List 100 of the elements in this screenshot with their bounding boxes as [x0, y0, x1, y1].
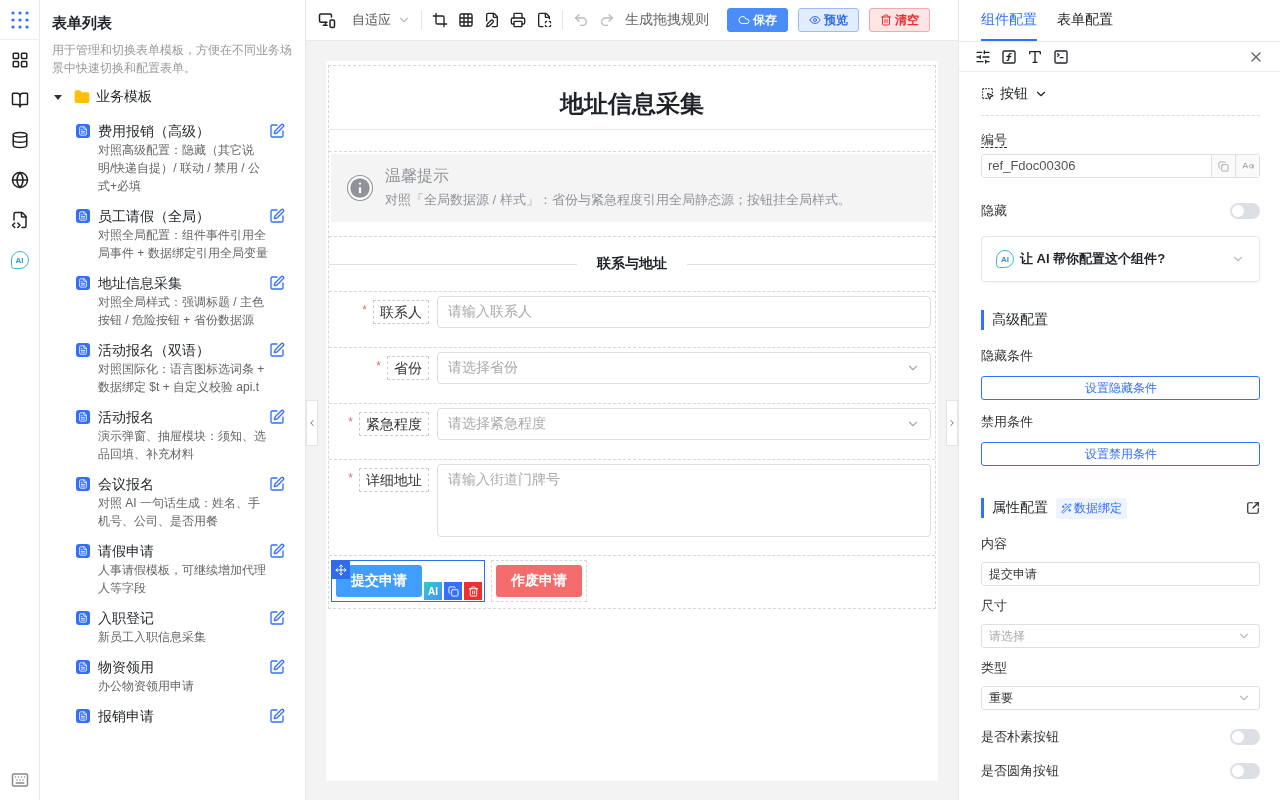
grid-icon[interactable]: [458, 12, 474, 28]
terminal-icon[interactable]: [1053, 48, 1069, 65]
book-icon[interactable]: [10, 91, 29, 109]
toolbar-button[interactable]: 清空: [869, 8, 930, 32]
required-mark: *: [348, 415, 353, 429]
field-label: 尺寸: [981, 597, 1008, 615]
template-item[interactable]: 报销申请: [98, 706, 269, 726]
condition-button[interactable]: 设置隐藏条件: [981, 376, 1260, 400]
toggle-switch[interactable]: [1230, 729, 1260, 745]
folder-icon: [74, 89, 90, 105]
template-description: 新员工入职信息采集: [98, 629, 207, 646]
device-select[interactable]: 自适应: [352, 11, 411, 29]
move-handle-icon[interactable]: [332, 561, 350, 579]
device-icon[interactable]: [318, 11, 336, 29]
condition-button[interactable]: 设置禁用条件: [981, 442, 1260, 466]
alert-title: 温馨提示: [385, 166, 450, 186]
database-icon[interactable]: [10, 131, 29, 149]
template-item[interactable]: 入职登记: [98, 608, 269, 628]
document-icon: [76, 660, 90, 674]
field-label: 详细地址: [359, 468, 429, 492]
required-mark: *: [376, 359, 381, 373]
field-label: 类型: [981, 659, 1008, 677]
required-mark: *: [348, 471, 353, 485]
chevron-right-icon: [947, 418, 957, 428]
panel-tab[interactable]: 表单配置: [1057, 0, 1113, 41]
code-icon[interactable]: [10, 211, 29, 229]
field-label: 省份: [387, 356, 429, 380]
template-description: 对照全局配置：组件事件引用全局事件 + 数据绑定引用全局变量: [98, 227, 269, 262]
template-item[interactable]: 地址信息采集: [98, 273, 269, 293]
template-description: 对照全局样式：强调标题 / 主色按钮 / 危险按钮 + 省份数据源: [98, 294, 265, 329]
document-icon[interactable]: [536, 12, 552, 28]
document-icon: [76, 477, 90, 491]
copy-icon[interactable]: [444, 582, 462, 600]
form-title: 地址信息采集: [329, 66, 935, 130]
ai-assist-card[interactable]: AI 让 AI 帮你配置这个组件?: [981, 236, 1260, 282]
component-type-select[interactable]: 按钮: [1000, 84, 1028, 103]
trash-icon: [880, 14, 892, 26]
field-label: 是否圆角按钮: [981, 762, 1059, 780]
template-description: 演示弹窗、抽屉模块：须知、选品回填、补充材料: [98, 428, 267, 463]
section-divider-title: 联系与地址: [595, 255, 668, 273]
field-label: 禁用条件: [981, 413, 1034, 431]
section-title: 属性配置: [992, 499, 1048, 517]
caret-icon: [54, 94, 62, 100]
cloud-icon: [738, 14, 750, 26]
template-description: 对照 AI 一句话生成：姓名、手机号、公司、是否用餐: [98, 495, 261, 530]
generate-rules-link[interactable]: 生成拖拽规则: [625, 11, 709, 29]
component-icon: [981, 87, 994, 100]
field-label: 隐藏: [981, 202, 1007, 220]
field-label: 紧急程度: [359, 412, 429, 436]
folder-item[interactable]: 业务模板: [52, 87, 293, 107]
select-field[interactable]: 重要: [981, 686, 1260, 710]
document-icon: [76, 611, 90, 625]
panel-description: 用于管理和切换表单模板，方便在不同业务场景中快速切换和配置表单。: [52, 42, 293, 77]
template-item[interactable]: 请假申请: [98, 541, 269, 561]
folder-label: 业务模板: [96, 88, 152, 106]
keyboard-icon[interactable]: [10, 771, 29, 789]
info-icon: [347, 175, 373, 201]
template-description: 对照国际化：语言图标选词条 + 数据绑定 $t + 自定义校验 api.t: [98, 361, 266, 396]
sliders-icon[interactable]: [975, 48, 991, 65]
open-external-icon[interactable]: [1246, 501, 1260, 515]
globe-icon[interactable]: [10, 171, 29, 189]
field-label: 是否朴素按钮: [981, 728, 1059, 746]
delete-icon[interactable]: [464, 582, 482, 600]
edit-icon[interactable]: [484, 12, 500, 28]
input-field[interactable]: 提交申请: [981, 562, 1260, 586]
document-icon: [76, 709, 90, 723]
section-title: 高级配置: [992, 311, 1048, 329]
ai-prompt-text: 让 AI 帮你配置这个组件?: [1020, 250, 1167, 268]
template-item[interactable]: 物资领用: [98, 657, 269, 677]
panel-title: 表单列表: [52, 14, 113, 33]
toggle-switch[interactable]: [1230, 203, 1260, 219]
document-icon: [76, 410, 90, 424]
field-label: 编号: [981, 132, 1007, 148]
crop-icon[interactable]: [432, 12, 448, 28]
template-item[interactable]: 费用报销（高级）: [98, 121, 269, 141]
toolbar-button[interactable]: 预览: [798, 8, 859, 32]
panel-tab[interactable]: 组件配置: [981, 0, 1037, 41]
toggle-switch[interactable]: [1230, 763, 1260, 779]
alert-text: 对照「全局数据源 / 样式」：省份与紧急程度引用全局静态源；按钮挂全局样式。: [385, 191, 851, 209]
template-item[interactable]: 会议报名: [98, 474, 269, 494]
template-item[interactable]: 活动报名（双语）: [98, 340, 269, 360]
text-style-icon[interactable]: [1027, 48, 1043, 65]
field-label: 联系人: [373, 300, 429, 324]
template-item[interactable]: 活动报名: [98, 407, 269, 427]
data-binding-tag[interactable]: 数据绑定: [1056, 497, 1127, 519]
template-item[interactable]: 员工请假（全局）: [98, 206, 269, 226]
document-icon: [76, 343, 90, 357]
template-description: 人事请假模板，可继续增加代理人等字段: [98, 562, 267, 597]
document-icon: [76, 124, 90, 138]
template-description: 对照高级配置：隐藏（其它说明/快递自提）/ 联动 / 禁用 / 公式+必填: [98, 142, 261, 195]
grid-icon[interactable]: [10, 51, 29, 69]
print-icon[interactable]: [510, 12, 526, 28]
wand-icon: [1061, 502, 1072, 514]
apps-icon[interactable]: [9, 9, 30, 30]
toolbar-button[interactable]: 保存: [727, 8, 788, 32]
function-icon[interactable]: [1001, 48, 1017, 65]
document-icon: [76, 544, 90, 558]
document-icon: [76, 209, 90, 223]
document-icon: [76, 276, 90, 290]
required-mark: *: [362, 303, 367, 317]
